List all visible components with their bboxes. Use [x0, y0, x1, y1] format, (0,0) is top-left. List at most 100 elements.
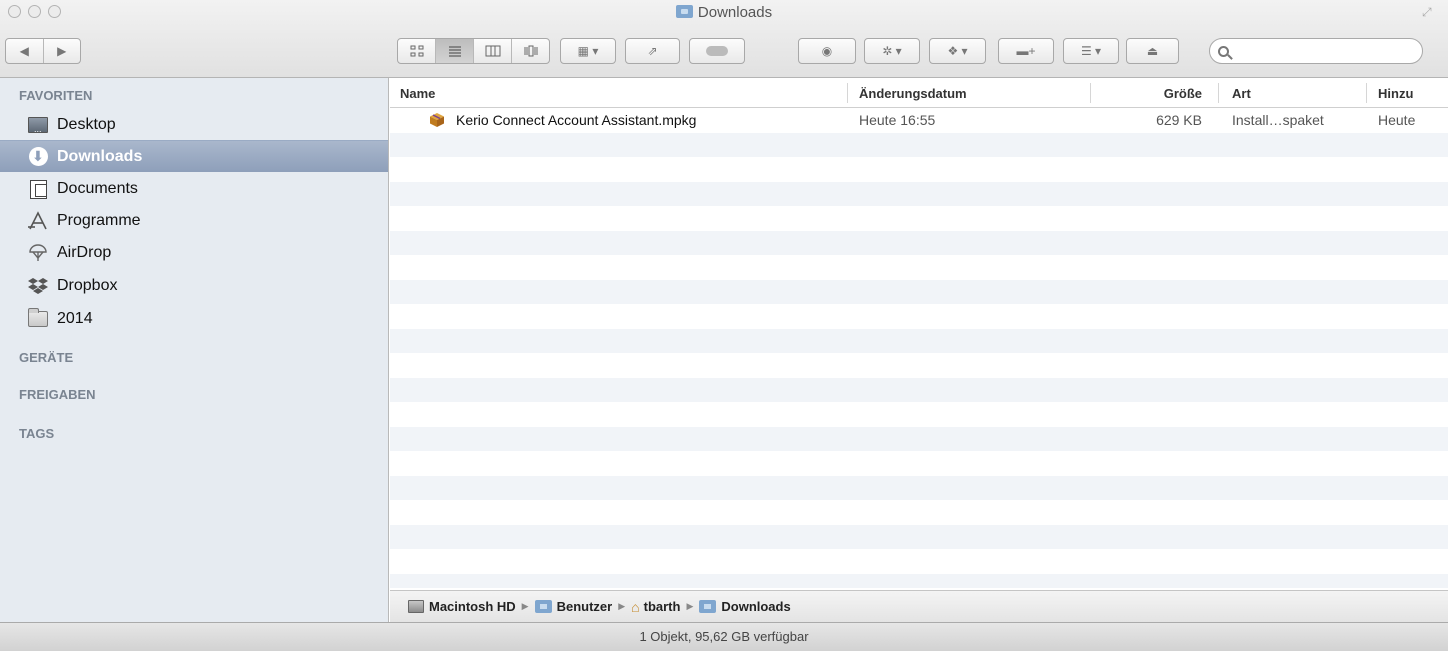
documents-icon	[27, 179, 49, 199]
column-header-size[interactable]: Größe	[1128, 86, 1202, 101]
path-separator-icon: ▶	[618, 601, 626, 611]
empty-row	[390, 181, 1448, 206]
file-list: Name Änderungsdatum Größe Art Hinzu Keri…	[390, 78, 1448, 588]
column-header-added[interactable]: Hinzu	[1378, 86, 1413, 101]
quick-look-button[interactable]: ◉	[798, 38, 856, 64]
downloads-folder-icon	[699, 600, 717, 613]
path-separator-icon: ▶	[686, 601, 694, 611]
path-crumb-downloads[interactable]: Downloads	[699, 599, 791, 614]
file-date: Heute 16:55	[859, 112, 936, 128]
gear-icon: ✲ ▾	[882, 44, 902, 58]
empty-row	[390, 524, 1448, 549]
dropbox-menu-button[interactable]: ❖ ▾	[929, 38, 986, 64]
sidebar-item-label: 2014	[57, 310, 93, 327]
back-arrow-icon[interactable]: ◀	[6, 39, 44, 63]
folder-icon	[27, 308, 49, 329]
view-options-button[interactable]: ☰ ▾	[1063, 38, 1119, 64]
empty-row	[390, 573, 1448, 588]
column-divider[interactable]	[1366, 83, 1367, 103]
status-text: 1 Objekt, 95,62 GB verfügbar	[639, 629, 809, 644]
search-input[interactable]	[1233, 43, 1422, 59]
share-icon: ⇗	[647, 44, 658, 58]
empty-row	[390, 549, 1448, 574]
home-icon: ⌂	[631, 598, 640, 615]
column-divider[interactable]	[1218, 83, 1219, 103]
downloads-folder-icon	[675, 5, 693, 18]
sidebar-item-airdrop[interactable]: AirDrop	[0, 237, 388, 269]
empty-row	[390, 157, 1448, 182]
downloads-icon: ⬇	[27, 147, 49, 167]
empty-row	[390, 328, 1448, 353]
desktop-icon	[27, 115, 49, 135]
sidebar-item-label: Desktop	[57, 116, 116, 133]
empty-row	[390, 206, 1448, 231]
sidebar-item-dropbox[interactable]: Dropbox	[0, 270, 388, 302]
path-crumb-macintosh-hd[interactable]: Macintosh HD	[408, 599, 516, 614]
eject-icon: ⏏	[1146, 44, 1159, 58]
empty-row	[390, 279, 1448, 304]
action-button[interactable]: ✲ ▾	[864, 38, 920, 64]
sidebar-section-tags[interactable]: TAGS	[19, 426, 54, 441]
package-icon	[429, 112, 445, 128]
airdrop-icon	[27, 243, 49, 263]
sidebar-item-2014[interactable]: 2014	[0, 303, 388, 335]
list-header: Name Änderungsdatum Größe Art Hinzu	[390, 78, 1448, 108]
search-field[interactable]	[1209, 38, 1423, 64]
file-kind: Install…spaket	[1232, 112, 1324, 128]
sidebar-item-label: AirDrop	[57, 244, 112, 261]
table-row[interactable]: Kerio Connect Account Assistant.mpkg Heu…	[390, 108, 1448, 133]
sidebar-section-devices[interactable]: GERÄTE	[19, 350, 73, 365]
dropbox-icon	[27, 276, 49, 296]
file-date-added: Heute	[1378, 112, 1416, 128]
column-header-date[interactable]: Änderungsdatum	[859, 86, 967, 101]
forward-arrow-icon[interactable]: ▶	[44, 39, 81, 63]
folder-icon	[534, 600, 552, 613]
sidebar-item-downloads[interactable]: ⬇ Downloads	[0, 140, 388, 172]
column-divider[interactable]	[1090, 83, 1091, 103]
sidebar-item-programme[interactable]: Programme	[0, 205, 388, 237]
empty-row	[390, 255, 1448, 280]
applications-icon	[27, 211, 49, 231]
column-view-icon[interactable]	[474, 39, 512, 63]
arrange-button[interactable]: ▦ ▾	[560, 38, 616, 64]
tag-icon	[706, 46, 728, 56]
window-toolbar: Downloads ⤢ ◀ ▶ ▦ ▾ ⇗ ◉ ✲ ▾ ❖ ▾ ▬+ ☰ ▾ ⏏	[0, 0, 1448, 78]
column-header-kind[interactable]: Art	[1232, 86, 1251, 101]
status-bar: 1 Objekt, 95,62 GB verfügbar	[0, 622, 1448, 651]
file-rows: Kerio Connect Account Assistant.mpkg Heu…	[390, 108, 1448, 588]
eye-icon: ◉	[821, 44, 833, 58]
back-forward-control: ◀ ▶	[5, 38, 81, 64]
cover-flow-view-icon[interactable]	[512, 39, 549, 63]
sidebar: FAVORITEN Desktop ⬇ Downloads Documents …	[0, 78, 389, 623]
path-crumb-benutzer[interactable]: Benutzer	[534, 599, 612, 614]
sidebar-item-label: Dropbox	[57, 277, 118, 294]
window-title: Downloads	[0, 4, 1448, 21]
column-header-name[interactable]: Name	[400, 86, 435, 101]
sidebar-section-shared[interactable]: FREIGABEN	[19, 387, 96, 402]
sidebar-item-label: Downloads	[57, 147, 143, 165]
path-bar: Macintosh HD ▶ Benutzer ▶ ⌂ tbarth ▶ Dow…	[390, 590, 1448, 622]
eject-button[interactable]: ⏏	[1126, 38, 1179, 64]
list-view-icon[interactable]	[436, 39, 474, 63]
search-icon	[1218, 45, 1229, 57]
icon-view-icon[interactable]	[398, 39, 436, 63]
empty-row	[390, 377, 1448, 402]
path-crumb-tbarth[interactable]: ⌂ tbarth	[631, 599, 680, 615]
arrange-icon: ▦ ▾	[577, 44, 599, 58]
file-size: 629 KB	[1156, 112, 1202, 128]
empty-row	[390, 304, 1448, 329]
column-divider[interactable]	[847, 83, 848, 103]
empty-row	[390, 475, 1448, 500]
sidebar-item-label: Programme	[57, 212, 141, 229]
empty-row	[390, 132, 1448, 157]
sidebar-section-favorites: FAVORITEN	[19, 88, 93, 103]
share-button[interactable]: ⇗	[625, 38, 680, 64]
fullscreen-icon[interactable]: ⤢	[1422, 6, 1434, 18]
edit-tags-button[interactable]	[689, 38, 745, 64]
empty-row	[390, 451, 1448, 476]
sidebar-item-label: Documents	[57, 180, 138, 197]
new-folder-button[interactable]: ▬+	[998, 38, 1054, 64]
sidebar-item-documents[interactable]: Documents	[0, 173, 388, 205]
sidebar-item-desktop[interactable]: Desktop	[0, 109, 388, 141]
empty-row	[390, 230, 1448, 255]
